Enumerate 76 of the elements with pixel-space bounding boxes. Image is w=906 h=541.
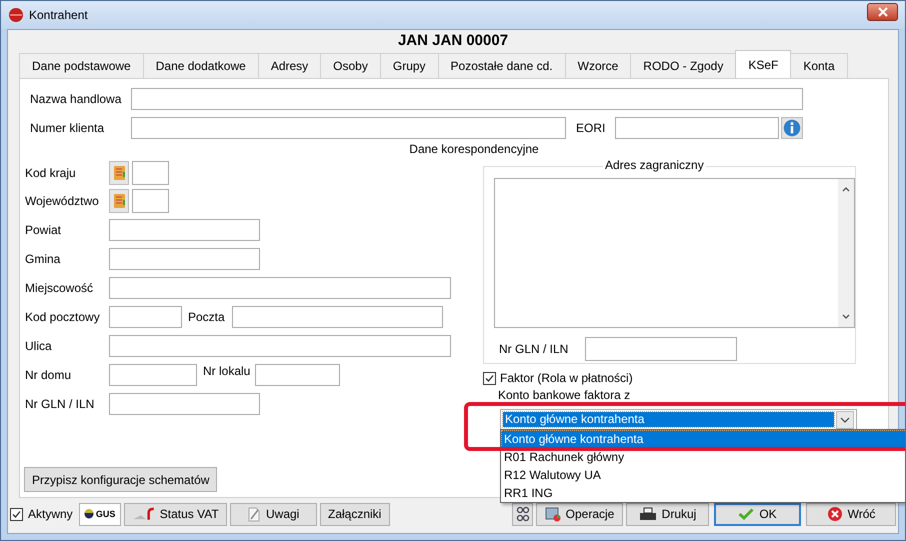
tool-button[interactable] bbox=[512, 502, 533, 526]
input-field[interactable] bbox=[255, 364, 340, 386]
input-field[interactable] bbox=[109, 248, 260, 270]
dropdown-value: Konto główne kontrahenta bbox=[503, 412, 834, 427]
window-icon bbox=[544, 506, 561, 522]
cancel-button[interactable]: Wróć bbox=[806, 502, 896, 526]
tab[interactable]: KSeF bbox=[735, 50, 792, 78]
gus-button[interactable]: GUS bbox=[78, 502, 121, 526]
input-field[interactable] bbox=[109, 218, 260, 240]
field-label: EORI bbox=[576, 120, 606, 134]
input-field[interactable] bbox=[109, 392, 260, 414]
cancel-icon bbox=[826, 506, 843, 522]
window-title: Kontrahent bbox=[29, 8, 89, 22]
input-field[interactable] bbox=[615, 116, 780, 138]
field-label: Gmina bbox=[25, 252, 62, 266]
field-label: Nr GLN / ILN bbox=[499, 342, 570, 356]
checkbox[interactable] bbox=[483, 372, 496, 384]
close-icon bbox=[878, 7, 888, 17]
field-label: Nr lokalu bbox=[202, 364, 252, 378]
group-title: Adres zagraniczny bbox=[603, 158, 706, 172]
field-label: Poczta bbox=[187, 310, 226, 324]
book-icon[interactable] bbox=[109, 161, 129, 185]
input-field[interactable] bbox=[132, 161, 169, 185]
input-field[interactable] bbox=[131, 116, 566, 138]
input-field[interactable] bbox=[109, 306, 182, 328]
field-label: Kod kraju bbox=[25, 166, 77, 180]
section-title: Dane korespondencyjne bbox=[408, 142, 540, 157]
dropdown-option[interactable]: R12 Walutowy UA bbox=[501, 466, 905, 484]
input-field[interactable] bbox=[109, 364, 197, 386]
ok-button[interactable]: OK bbox=[714, 502, 801, 526]
checkbox-label: Aktywny bbox=[28, 507, 73, 521]
printer-icon bbox=[638, 507, 657, 521]
dropdown-button[interactable] bbox=[836, 410, 854, 428]
operations-button[interactable]: Operacje bbox=[536, 502, 623, 526]
input-field[interactable] bbox=[132, 189, 169, 213]
notes-button[interactable]: Uwagi bbox=[230, 502, 317, 526]
print-button[interactable]: Drukuj bbox=[626, 502, 709, 526]
scroll-down-icon[interactable] bbox=[841, 313, 851, 321]
field-label: Nazwa handlowa bbox=[30, 92, 122, 106]
field-label: Miejscowość bbox=[25, 280, 94, 294]
tab[interactable]: Konta bbox=[790, 53, 848, 78]
scrollbar[interactable] bbox=[838, 179, 854, 327]
scroll-up-icon[interactable] bbox=[841, 185, 851, 193]
logo-icon bbox=[84, 509, 94, 519]
checkbox[interactable] bbox=[10, 508, 23, 520]
book-icon[interactable] bbox=[109, 189, 129, 213]
field-label: Województwo bbox=[25, 194, 100, 208]
tab[interactable]: Dane podstawowe bbox=[19, 53, 144, 78]
input-field[interactable] bbox=[131, 88, 803, 110]
checkmark-icon bbox=[738, 508, 754, 520]
field-label: Konto bankowe faktora z bbox=[498, 387, 630, 403]
field-label: Nr GLN / ILN bbox=[25, 396, 96, 410]
input-field[interactable] bbox=[585, 337, 737, 361]
field-label: Kod pocztowy bbox=[25, 310, 101, 324]
input-field[interactable] bbox=[232, 306, 443, 328]
assign-button[interactable]: Przypisz konfiguracje schematów bbox=[24, 467, 218, 492]
note-icon bbox=[247, 506, 261, 522]
dropdown-option[interactable]: Konto główne kontrahenta bbox=[501, 430, 905, 448]
close-button[interactable] bbox=[867, 3, 898, 21]
info-icon[interactable] bbox=[781, 116, 804, 138]
field-label: Nr domu bbox=[25, 368, 72, 382]
dropdown-option[interactable]: RR1 ING bbox=[501, 484, 905, 502]
field-label: Numer klienta bbox=[30, 120, 106, 134]
chevron-down-icon bbox=[840, 416, 850, 422]
attachments-button[interactable]: Załączniki bbox=[320, 502, 390, 526]
field-label: Ulica bbox=[25, 338, 53, 352]
input-field[interactable] bbox=[109, 276, 451, 298]
field-label: Powiat bbox=[25, 222, 62, 236]
dropdown-option[interactable]: R01 Rachunek główny bbox=[501, 448, 905, 466]
rings-icon bbox=[516, 506, 530, 522]
record-title: JAN JAN 00007 bbox=[396, 31, 510, 51]
input-field[interactable] bbox=[109, 334, 451, 356]
checkbox-label: Faktor (Rola w płatności) bbox=[500, 371, 633, 385]
status-vat-button[interactable]: Status VAT bbox=[124, 502, 227, 526]
dropdown[interactable]: Konto główne kontrahenta bbox=[500, 409, 857, 430]
app-logo-icon bbox=[8, 7, 24, 23]
